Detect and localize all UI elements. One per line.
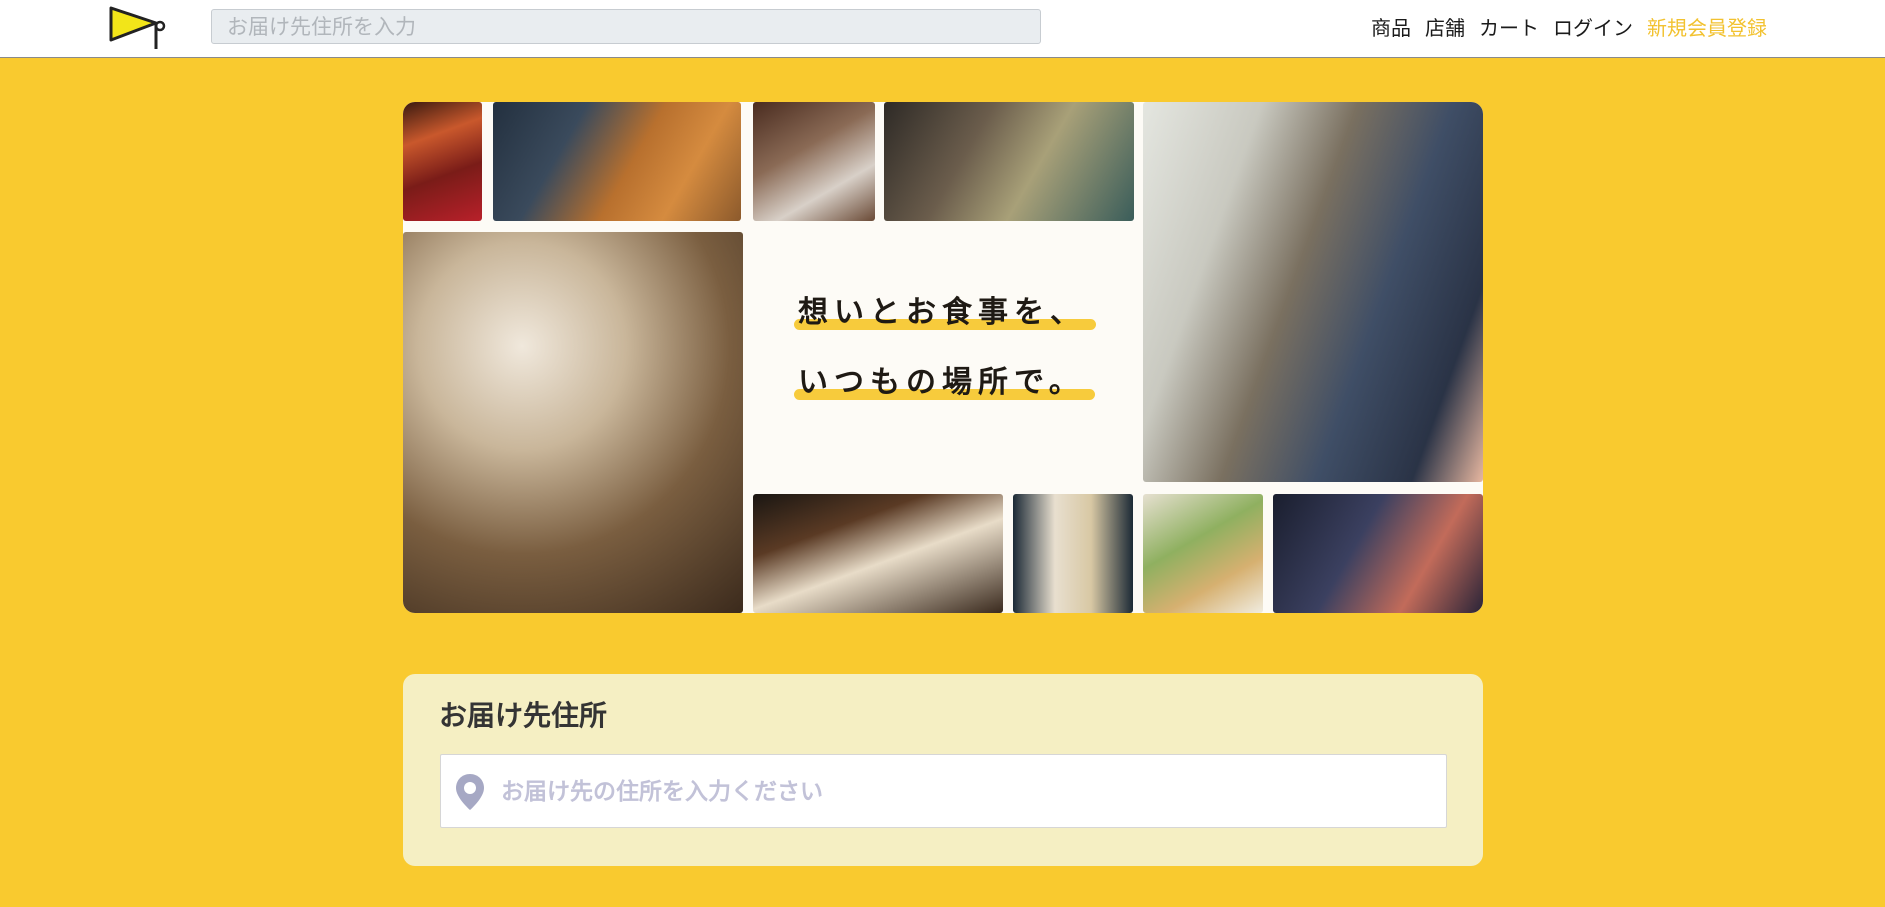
noren-entrance-photo xyxy=(1013,494,1133,613)
chef-hands-photo xyxy=(753,102,875,221)
nav-products-link[interactable]: 商品 xyxy=(1371,12,1411,41)
location-pin-icon xyxy=(456,774,484,810)
header-address-search-input[interactable] xyxy=(211,9,1041,44)
nav-cart-link[interactable]: カート xyxy=(1479,12,1539,41)
ramen-counter-photo xyxy=(493,102,741,221)
steaming-chef-photo xyxy=(403,232,743,613)
header-nav: 商品 店舗 カート ログイン 新規会員登録 xyxy=(1371,12,1767,41)
top-header: 商品 店舗 カート ログイン 新規会員登録 xyxy=(0,0,1885,58)
nav-login-link[interactable]: ログイン xyxy=(1553,12,1633,41)
flag-logo-icon[interactable] xyxy=(108,5,168,50)
hero-tagline-line-2: いつもの場所で。 xyxy=(794,357,1095,401)
sushi-plate-photo xyxy=(1273,494,1483,613)
flower-cafe-photo xyxy=(1143,494,1263,613)
delivery-address-field[interactable] xyxy=(440,754,1447,829)
nav-stores-link[interactable]: 店舗 xyxy=(1425,12,1465,41)
delivery-address-card: お届け先住所 xyxy=(403,674,1483,866)
noodle-making-photo xyxy=(884,102,1134,221)
delivery-address-input[interactable] xyxy=(499,755,1433,829)
delivery-address-title: お届け先住所 xyxy=(439,699,608,732)
hero-tagline-line-1: 想いとお食事を、 xyxy=(794,287,1096,331)
barista-photo xyxy=(1143,102,1483,482)
hero-tagline: 想いとお食事を、 いつもの場所で。 xyxy=(794,287,1148,427)
nav-register-link[interactable]: 新規会員登録 xyxy=(1647,12,1767,41)
plated-dish-photo xyxy=(753,494,1003,613)
lantern-photo xyxy=(403,102,482,221)
hero-banner: 想いとお食事を、 いつもの場所で。 xyxy=(403,102,1483,613)
